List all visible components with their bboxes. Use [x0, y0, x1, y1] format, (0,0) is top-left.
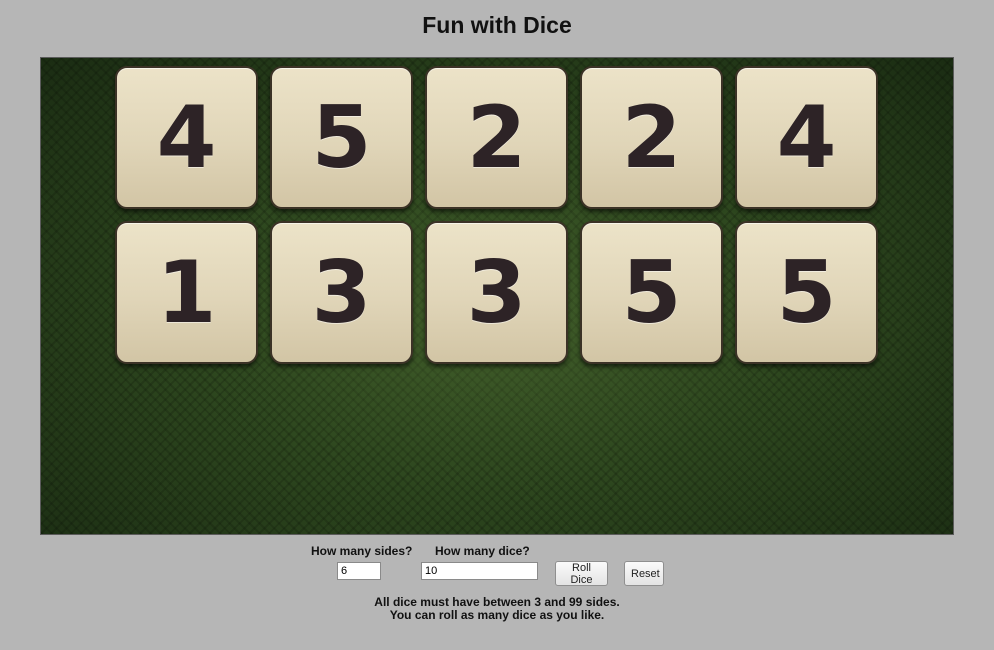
die: 1: [115, 221, 258, 364]
die: 4: [735, 66, 878, 209]
die: 5: [580, 221, 723, 364]
reset-button[interactable]: Reset: [624, 561, 664, 586]
dice-count-input[interactable]: [421, 562, 538, 580]
die-value: 5: [621, 242, 682, 343]
die-value: 5: [311, 87, 372, 188]
sides-label: How many sides?: [311, 544, 413, 558]
die-value: 2: [621, 87, 682, 188]
dice-table: 4 5 2 2 4 1 3 3 5 5: [40, 57, 954, 535]
dice-grid: 4 5 2 2 4 1 3 3 5 5: [115, 66, 881, 364]
die: 5: [270, 66, 413, 209]
die: 2: [425, 66, 568, 209]
die: 4: [115, 66, 258, 209]
page-title: Fun with Dice: [422, 12, 572, 38]
die: 5: [735, 221, 878, 364]
die: 3: [270, 221, 413, 364]
die-value: 2: [466, 87, 527, 188]
die-value: 3: [311, 242, 372, 343]
die: 2: [580, 66, 723, 209]
die: 3: [425, 221, 568, 364]
die-value: 4: [776, 87, 837, 188]
rules-note-count: You can roll as many dice as you like.: [389, 608, 605, 622]
rules-notes: All dice must have between 3 and 99 side…: [0, 596, 994, 622]
die-value: 4: [156, 87, 217, 188]
die-value: 1: [156, 242, 217, 343]
roll-dice-button[interactable]: Roll Dice: [555, 561, 608, 586]
dice-count-label: How many dice?: [435, 544, 530, 558]
sides-input[interactable]: [337, 562, 381, 580]
page: Fun with Dice 4 5 2 2 4 1 3 3 5 5 How ma…: [0, 0, 994, 650]
die-value: 3: [466, 242, 527, 343]
die-value: 5: [776, 242, 837, 343]
